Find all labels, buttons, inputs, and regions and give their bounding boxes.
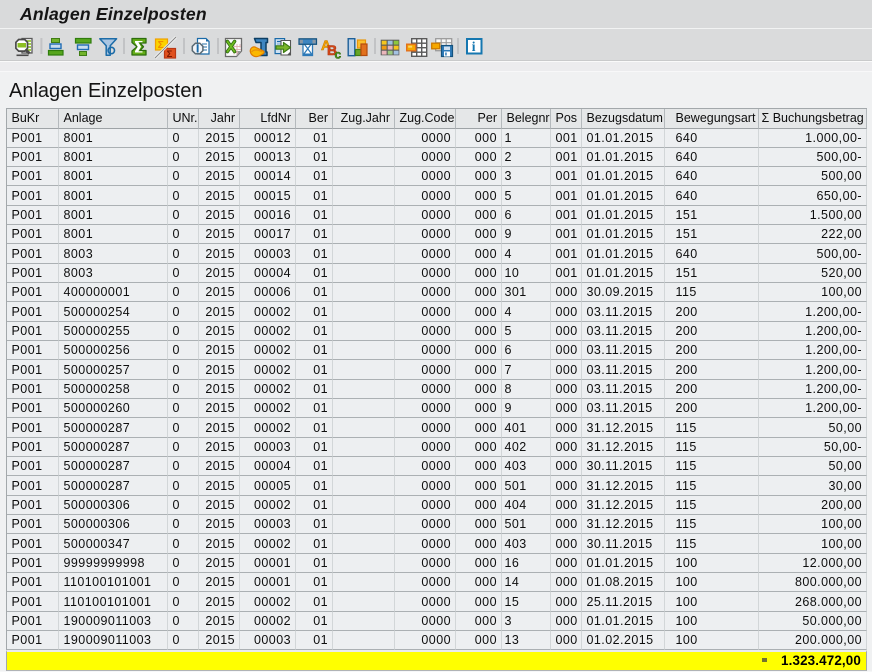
svg-text:c: c [335, 48, 342, 61]
svg-text:Σ: Σ [167, 49, 173, 60]
svg-text:i: i [472, 39, 476, 54]
